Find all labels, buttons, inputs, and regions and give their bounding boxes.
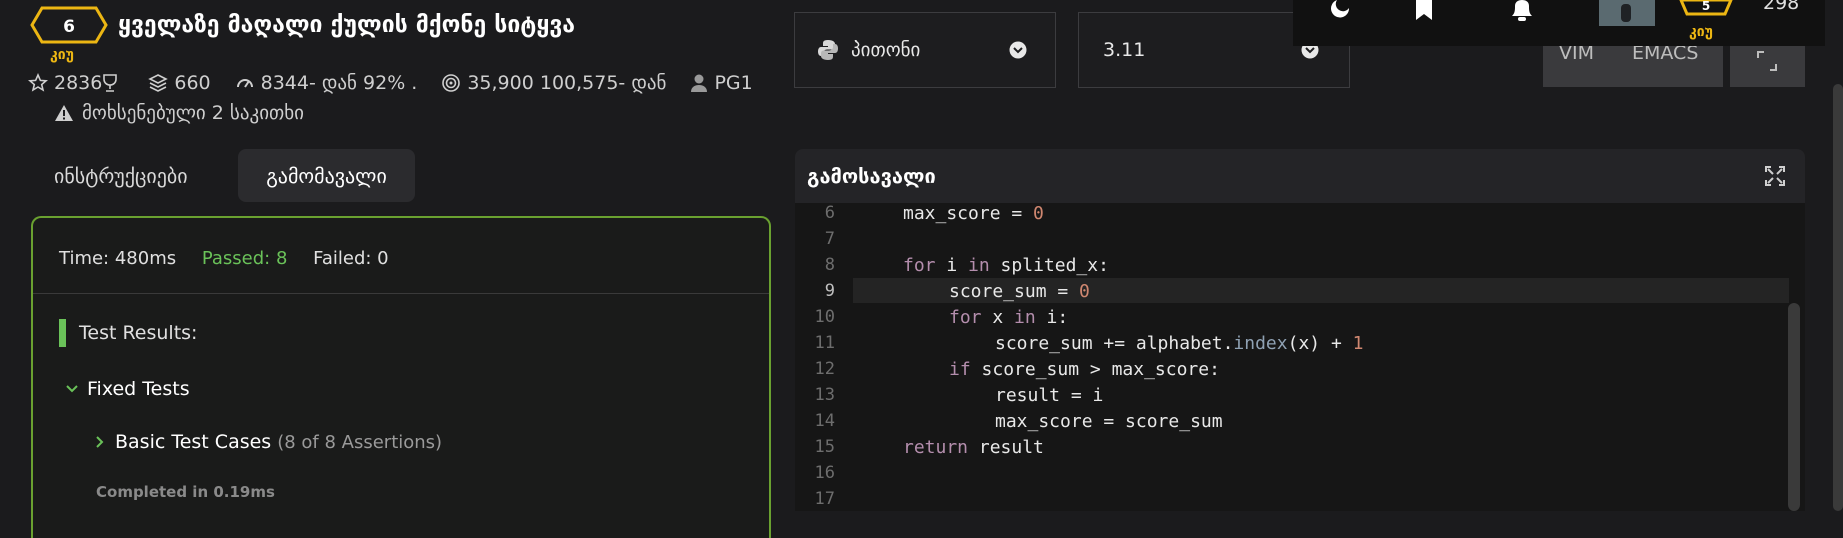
fixed-tests-label: Fixed Tests bbox=[87, 378, 190, 400]
code-line: for i in splited_x: bbox=[903, 255, 1109, 276]
line-number: 17 bbox=[814, 489, 835, 509]
author-name: PG1 bbox=[714, 72, 753, 94]
line-number: 8 bbox=[824, 255, 835, 275]
chevron-down-icon bbox=[1009, 41, 1027, 59]
line-number: 9 bbox=[824, 281, 835, 301]
line-number: 16 bbox=[814, 463, 835, 483]
fixed-tests-group[interactable]: Fixed Tests bbox=[65, 378, 190, 400]
expand-icon[interactable] bbox=[1765, 166, 1785, 186]
author-stat[interactable]: PG1 bbox=[690, 72, 753, 94]
time-text: Time: 480ms bbox=[59, 248, 177, 269]
line-number: 7 bbox=[824, 229, 835, 249]
layers-icon bbox=[148, 74, 169, 92]
code-line: max_score = 0 bbox=[903, 203, 1044, 224]
test-results-heading: Test Results: bbox=[79, 322, 198, 344]
basic-test-cases-group[interactable]: Basic Test Cases (8 of 8 Assertions) bbox=[95, 431, 442, 453]
stars-count: 2836 bbox=[54, 72, 103, 94]
solved-stat: 35,900 100,575- დან bbox=[441, 72, 666, 94]
code-editor[interactable]: 6 7 8 9 10 11 12 13 14 15 16 17 max_scor… bbox=[795, 203, 1805, 511]
bell-icon[interactable] bbox=[1508, 0, 1536, 22]
tab-instructions[interactable]: ინსტრუქციები bbox=[40, 150, 202, 202]
tab-output[interactable]: გამომავალი bbox=[238, 149, 415, 202]
code-line: result = i bbox=[995, 385, 1104, 406]
completion-stat: 8344- დან 92% . bbox=[235, 72, 418, 94]
page-scrollbar[interactable] bbox=[1833, 84, 1843, 511]
avatar[interactable] bbox=[1599, 0, 1655, 26]
version-value: 3.11 bbox=[1103, 39, 1146, 61]
code-line: max_score = score_sum bbox=[995, 411, 1223, 432]
line-number: 12 bbox=[814, 359, 835, 379]
line-number: 15 bbox=[814, 437, 835, 457]
output-panel-title: გამოსავალი bbox=[807, 164, 936, 188]
test-results-panel: Time: 480ms Passed: 8 Failed: 0 Test Res… bbox=[31, 216, 771, 538]
top-navbar: 5 კიუ 298 bbox=[1293, 0, 1825, 46]
solved-count: 35,900 100,575- დან bbox=[467, 72, 667, 94]
warning-icon bbox=[55, 105, 73, 121]
language-select[interactable]: პითონი bbox=[794, 12, 1056, 88]
editor-scrollbar[interactable] bbox=[1788, 303, 1800, 511]
passed-text: Passed: 8 bbox=[201, 248, 288, 269]
rank-number: 6 bbox=[63, 17, 75, 37]
basic-test-cases-label: Basic Test Cases bbox=[115, 431, 272, 453]
line-number: 14 bbox=[814, 411, 835, 431]
failed-text: Failed: 0 bbox=[313, 248, 389, 269]
passed-indicator-bar bbox=[59, 319, 66, 347]
moon-icon[interactable] bbox=[1323, 0, 1351, 18]
completion-rate: 8344- დან 92% . bbox=[260, 72, 418, 94]
results-summary: Time: 480ms Passed: 8 Failed: 0 bbox=[59, 248, 409, 269]
user-icon bbox=[691, 74, 708, 92]
user-rank-number: 5 bbox=[1702, 0, 1710, 13]
code-line: score_sum += alphabet.index(x) + 1 bbox=[995, 333, 1364, 354]
rank-badge: 6 bbox=[30, 6, 108, 44]
code-line: for x in i: bbox=[949, 307, 1069, 328]
line-number: 11 bbox=[814, 333, 835, 353]
line-number: 6 bbox=[824, 203, 835, 223]
completed-time: Completed in 0.19ms bbox=[96, 483, 275, 501]
chevron-right-icon bbox=[96, 436, 104, 448]
code-line: if score_sum > max_score: bbox=[949, 359, 1220, 380]
output-panel-header: გამოსავალი bbox=[795, 149, 1805, 203]
collections-stat[interactable]: 660 bbox=[148, 72, 211, 94]
line-number: 10 bbox=[814, 307, 835, 327]
collections-count: 660 bbox=[174, 72, 211, 94]
kata-stats: 2836 660 8344- დან 92% . 35,900 100,575-… bbox=[28, 72, 777, 94]
gauge-icon bbox=[236, 79, 253, 88]
expand-icon bbox=[1757, 51, 1777, 71]
user-rank-badge: 5 bbox=[1679, 0, 1733, 16]
code-line: score_sum = 0 bbox=[949, 281, 1090, 302]
language-value: პითონი bbox=[851, 39, 921, 61]
stars-stat[interactable]: 2836 bbox=[28, 72, 124, 94]
assertions-count: (8 of 8 Assertions) bbox=[277, 431, 443, 453]
trophy-icon bbox=[103, 74, 118, 92]
code-line: return result bbox=[903, 437, 1044, 458]
divider bbox=[33, 293, 769, 294]
star-icon bbox=[28, 73, 48, 92]
user-rank-label: კიუ bbox=[1689, 24, 1713, 40]
honor-count: 298 bbox=[1763, 0, 1800, 14]
python-icon bbox=[818, 40, 838, 60]
target-icon bbox=[442, 74, 461, 92]
chevron-down-icon bbox=[66, 385, 78, 393]
rank-label: კიუ bbox=[50, 47, 74, 63]
issues-text: მოხსენებული 2 საკითხი bbox=[82, 102, 305, 124]
bookmark-icon[interactable] bbox=[1413, 0, 1435, 20]
line-number: 13 bbox=[814, 385, 835, 405]
issues-link[interactable]: მოხსენებული 2 საკითხი bbox=[54, 102, 304, 124]
kata-title: ყველაზე მაღალი ქულის მქონე სიტყვა bbox=[118, 12, 576, 38]
